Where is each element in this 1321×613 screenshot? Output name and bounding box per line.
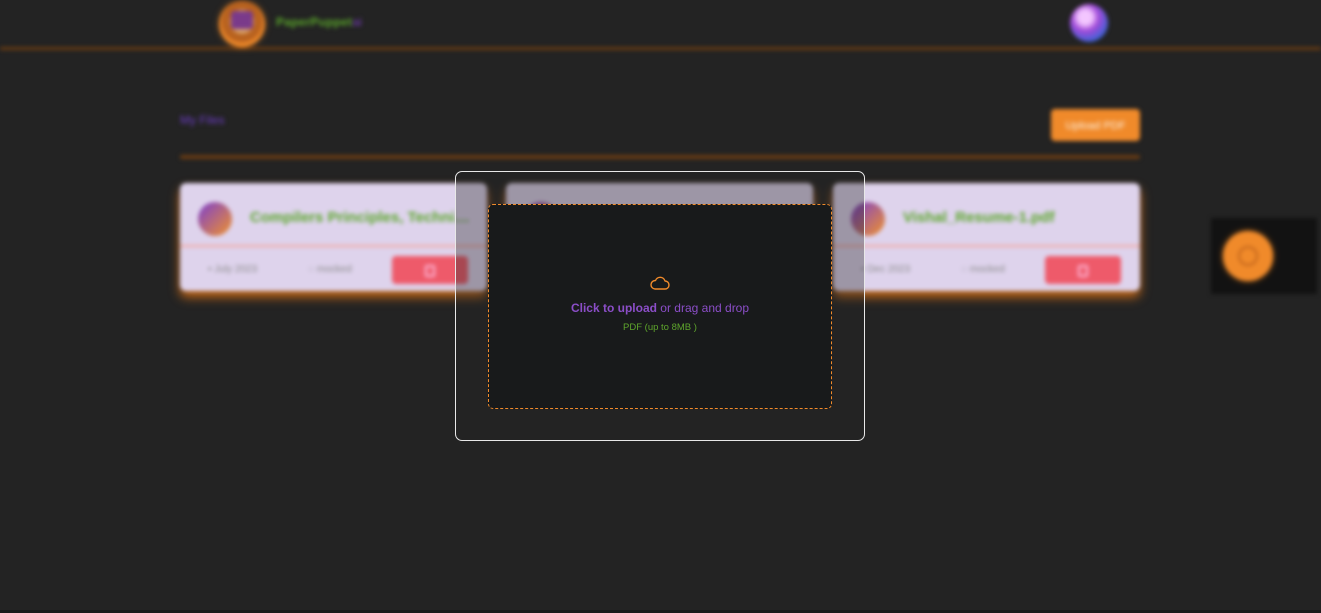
file-date: ▪ July 2023 <box>208 264 257 275</box>
brand-main: PaperPuppet <box>276 15 353 29</box>
card-divider <box>833 245 1140 247</box>
trash-icon <box>425 265 435 277</box>
file-date-text: Dec 2023 <box>867 264 911 275</box>
file-icon <box>198 202 232 236</box>
file-name: Vishal_Resume-1.pdf <box>903 209 1055 226</box>
card-divider <box>180 245 487 247</box>
upload-instructions[interactable]: Click to upload or drag and drop <box>488 301 832 315</box>
upload-hint: PDF (up to 8MB ) <box>623 322 697 333</box>
file-card[interactable]: Vishal_Resume-1.pdf ▪ Dec 2023 ◌ mocked <box>833 183 1140 291</box>
app-root: PaperPuppetai My Files Upload PDF Compil… <box>0 0 1321 613</box>
click-to-upload-link[interactable]: Click to upload <box>571 301 657 315</box>
file-status: ◌ mocked <box>308 264 352 275</box>
file-date-text: July 2023 <box>214 264 258 275</box>
drag-drop-text: or drag and drop <box>656 301 750 315</box>
file-name: Compilers Principles, Techniques <box>250 209 472 226</box>
chat-icon: ◌ <box>961 264 970 275</box>
logo[interactable] <box>219 1 265 47</box>
chat-bot-icon[interactable] <box>1223 231 1273 281</box>
brand-suffix: ai <box>352 15 362 29</box>
file-card[interactable]: Compilers Principles, Techniques ▪ July … <box>180 183 487 291</box>
trash-icon <box>1078 265 1088 277</box>
file-status-text: mocked <box>969 264 1005 275</box>
chat-icon: ◌ <box>308 264 317 275</box>
delete-button[interactable] <box>1045 256 1121 284</box>
navbar: PaperPuppetai <box>0 0 1321 50</box>
file-status: ◌ mocked <box>961 264 1005 275</box>
page-title: My Files <box>180 113 225 127</box>
file-date: ▪ Dec 2023 <box>861 264 910 275</box>
upload-pdf-button[interactable]: Upload PDF <box>1051 109 1140 141</box>
cloud-upload-icon <box>650 276 670 290</box>
brand-name[interactable]: PaperPuppetai <box>276 15 362 29</box>
file-status-text: mocked <box>316 264 352 275</box>
user-avatar[interactable] <box>1070 4 1108 42</box>
header-divider <box>180 155 1140 159</box>
